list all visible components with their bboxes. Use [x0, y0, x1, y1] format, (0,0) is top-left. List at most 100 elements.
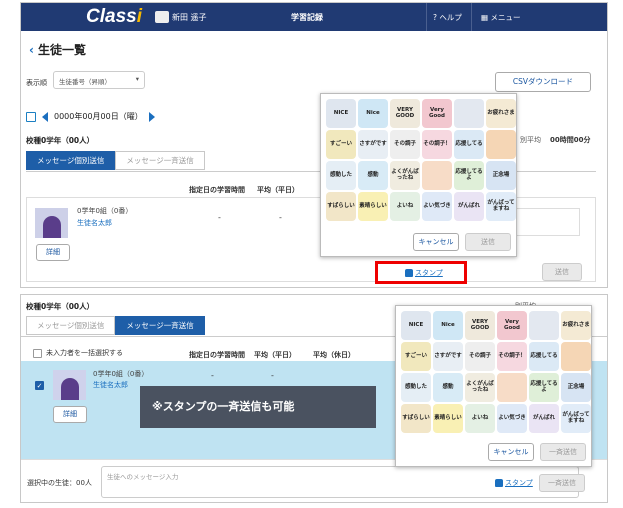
csv-download-button[interactable]: CSVダウンロード	[495, 72, 591, 92]
student-class: 0学年0組（0番）	[93, 370, 149, 378]
grid-icon: ▦	[481, 13, 489, 22]
stamp-grid: NICE Nice VERY GOOD Very Good お疲れさますごーい さすがです…	[401, 311, 591, 433]
tab-individual-send[interactable]: メッセージ個別送信	[26, 316, 116, 335]
stamp-item[interactable]: Very Good	[497, 311, 527, 340]
select-all-label: 未入力者を一括選択する	[46, 349, 123, 357]
stamp-item[interactable]: がんばれ	[529, 404, 559, 433]
stamp-item[interactable]: 感動した	[401, 373, 431, 402]
stamp-item[interactable]: 正念場	[561, 373, 591, 402]
col-study-time: 指定日の学習時間	[189, 351, 245, 359]
select-all-row[interactable]: 未入力者を一括選択する	[33, 348, 123, 358]
stamp-item[interactable]: よくがんばったね	[465, 373, 495, 402]
select-all-checkbox[interactable]	[33, 348, 42, 358]
stamp-item[interactable]: よいね	[390, 192, 420, 221]
page-title-text: 生徒一覧	[37, 43, 86, 57]
send-button[interactable]: 送信	[542, 263, 582, 281]
app-header: Classi 新田 遥子 学習記録 ? ヘルプ ▦ メニュー	[21, 3, 607, 31]
stamp-item[interactable]	[454, 99, 484, 128]
stamp-item[interactable]: 応援してるよ	[529, 373, 559, 402]
stamp-grid: NICE Nice VERY GOOD Very Good お疲れさますごーい さすがです…	[326, 99, 516, 221]
detail-button[interactable]: 詳細	[53, 406, 87, 423]
stamp-item[interactable]: その調子	[465, 342, 495, 371]
stamp-item[interactable]: よい気づき	[497, 404, 527, 433]
stamp-item[interactable]: さすがです	[433, 342, 463, 371]
stamp-item[interactable]	[497, 373, 527, 402]
detail-button[interactable]: 詳細	[36, 244, 70, 261]
stamp-item[interactable]: 応援してる	[454, 130, 484, 159]
stamp-item[interactable]: すごーい	[401, 342, 431, 371]
tab-individual-send[interactable]: メッセージ個別送信	[26, 151, 116, 170]
stamp-item[interactable]: Nice	[433, 311, 463, 340]
stamp-item[interactable]: VERY GOOD	[465, 311, 495, 340]
stamp-item[interactable]	[561, 342, 591, 371]
stamp-icon	[495, 479, 503, 487]
stamp-item[interactable]	[422, 161, 452, 190]
stamp-item[interactable]: 正念場	[486, 161, 516, 190]
stamp-item[interactable]: 素晴らしい	[358, 192, 388, 221]
stamp-item[interactable]: よいね	[465, 404, 495, 433]
menu-label: メニュー	[490, 13, 521, 22]
menu-button[interactable]: ▦ メニュー	[481, 12, 520, 23]
stamp-item[interactable]: その調子	[390, 130, 420, 159]
sort-select[interactable]: 生徒番号（昇順） ▾	[53, 71, 145, 89]
stamp-item[interactable]: すごーい	[326, 130, 356, 159]
stamp-item[interactable]: 応援してる	[529, 342, 559, 371]
study-time-value: -	[211, 371, 214, 380]
stamp-item[interactable]: すばらしい	[326, 192, 356, 221]
tab-bulk-send[interactable]: メッセージ一斉送信	[115, 151, 205, 170]
student-name-link[interactable]: 生徒名太郎	[77, 218, 112, 228]
stamp-item[interactable]: さすがです	[358, 130, 388, 159]
stamp-item[interactable]: 感動	[433, 373, 463, 402]
stamp-item[interactable]: がんばってますね	[486, 192, 516, 221]
col-study-time: 指定日の学習時間	[189, 186, 245, 194]
header-divider	[426, 3, 427, 31]
stamp-item[interactable]: よい気づき	[422, 192, 452, 221]
user-menu[interactable]: 新田 遥子	[155, 11, 207, 23]
stamp-item[interactable]: VERY GOOD	[390, 99, 420, 128]
stamp-bulk-send-button[interactable]: 一斉送信	[540, 443, 586, 461]
stamp-item[interactable]: すばらしい	[401, 404, 431, 433]
stamp-item[interactable]: 感動した	[326, 161, 356, 190]
col-avg-holiday: 平均（休日）	[313, 351, 355, 359]
stamp-item[interactable]: 感動	[358, 161, 388, 190]
student-checkbox[interactable]: ✓	[35, 381, 44, 390]
calendar-icon[interactable]	[26, 111, 36, 122]
stamp-item[interactable]: その調子！	[497, 342, 527, 371]
stamp-item[interactable]: Very Good	[422, 99, 452, 128]
stamp-item[interactable]: お疲れさま	[561, 311, 591, 340]
send-mode-tabs: メッセージ個別送信 メッセージ一斉送信	[26, 151, 205, 170]
next-day-icon[interactable]	[148, 111, 155, 122]
section-title: 校種0学年（00人）	[26, 302, 95, 311]
stamp-cancel-button[interactable]: キャンセル	[413, 233, 459, 251]
stamp-item[interactable]: がんばってますね	[561, 404, 591, 433]
page-title: ‹ 生徒一覧	[29, 41, 86, 58]
study-time-value: -	[218, 213, 221, 222]
stamp-item[interactable]: NICE	[401, 311, 431, 340]
stamp-link[interactable]: スタンプ	[495, 478, 533, 488]
classi-logo[interactable]: Classi	[86, 6, 142, 28]
user-avatar-icon	[155, 11, 169, 23]
stamp-item[interactable]: よくがんばったね	[390, 161, 420, 190]
stamp-cancel-button[interactable]: キャンセル	[488, 443, 534, 461]
stamp-item[interactable]: お疲れさま	[486, 99, 516, 128]
help-link[interactable]: ? ヘルプ	[433, 12, 462, 23]
stamp-item[interactable]	[486, 130, 516, 159]
back-chevron-icon[interactable]: ‹	[29, 43, 34, 57]
help-icon: ?	[433, 13, 437, 22]
student-name-link[interactable]: 生徒名太郎	[93, 380, 128, 390]
stamp-item[interactable]	[529, 311, 559, 340]
individual-send-screen: Classi 新田 遥子 学習記録 ? ヘルプ ▦ メニュー ‹ 生徒一覧 表示順…	[20, 2, 608, 288]
col-avg-weekday: 平均（平日）	[254, 351, 296, 359]
date-navigator: 0000年00月00日（曜）	[26, 111, 155, 122]
stamp-item[interactable]: 応援してるよ	[454, 161, 484, 190]
stamp-item[interactable]: 素晴らしい	[433, 404, 463, 433]
stamp-item[interactable]: がんばれ	[454, 192, 484, 221]
stamp-send-button[interactable]: 送信	[465, 233, 511, 251]
stamp-item[interactable]: NICE	[326, 99, 356, 128]
stamp-item[interactable]: Nice	[358, 99, 388, 128]
tab-bulk-send[interactable]: メッセージ一斉送信	[115, 316, 205, 335]
prev-day-icon[interactable]	[42, 111, 48, 122]
stamp-item[interactable]: その調子！	[422, 130, 452, 159]
user-name: 新田 遥子	[172, 12, 207, 22]
bulk-send-button[interactable]: 一斉送信	[539, 474, 585, 492]
